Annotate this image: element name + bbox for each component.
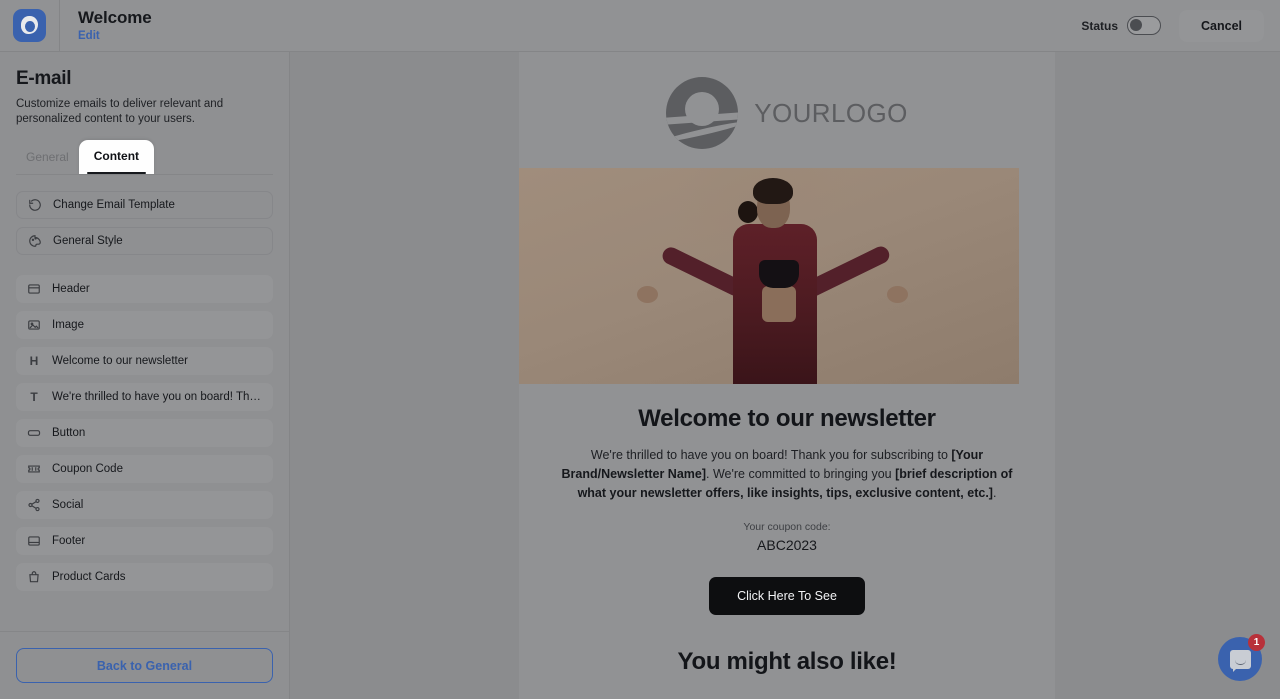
sidebar-tabs: General Content	[16, 140, 273, 175]
email-brand-header: YOURLOGO	[519, 52, 1055, 149]
back-to-general-button[interactable]: Back to General	[16, 648, 273, 683]
sidebar-footer: Back to General	[0, 631, 289, 699]
cta-button[interactable]: Click Here To See	[709, 577, 865, 615]
status-label: Status	[1081, 18, 1118, 33]
sidebar-item-product-cards[interactable]: Product Cards	[16, 563, 273, 591]
page-title: Welcome	[78, 7, 152, 27]
toggle-knob	[1130, 19, 1142, 31]
email-preview-area: YOURLOGO Welcome to our newsletter We're…	[291, 52, 1280, 699]
sidebar-item-label: Welcome to our newsletter	[52, 355, 188, 367]
email-section-heading[interactable]: You might also like!	[542, 648, 1032, 676]
header-block-icon	[27, 282, 41, 296]
email-body: Welcome to our newsletter We're thrilled…	[519, 405, 1055, 676]
paragraph-part-1: We're thrilled to have you on board! Tha…	[590, 448, 952, 462]
heading-h-icon: H	[29, 354, 39, 368]
brand-name: YOURLOGO	[754, 97, 908, 128]
status-toggle[interactable]	[1127, 16, 1161, 35]
sidebar-item-label: We're thrilled to have you on board! Tha…	[52, 391, 262, 403]
footer-block-icon	[27, 534, 41, 548]
sidebar-item-label: Header	[52, 283, 90, 295]
sidebar-item-label: Button	[52, 427, 86, 439]
tab-content[interactable]: Content	[78, 140, 155, 174]
sidebar-item-heading-welcome[interactable]: H Welcome to our newsletter	[16, 347, 273, 375]
coupon-label: Your coupon code:	[743, 521, 831, 533]
email-paragraph[interactable]: We're thrilled to have you on board! Tha…	[542, 446, 1032, 503]
app-logo-cell[interactable]	[0, 0, 60, 52]
hero-image[interactable]	[519, 168, 1019, 384]
sidebar-item-footer[interactable]: Footer	[16, 527, 273, 555]
sidebar-item-label: Change Email Template	[53, 199, 175, 211]
sidebar-item-label: General Style	[53, 235, 123, 247]
sidebar-item-header[interactable]: Header	[16, 275, 273, 303]
sidebar-item-label: Product Cards	[52, 571, 126, 583]
top-bar: Welcome Edit Status Cancel	[0, 0, 1280, 52]
sidebar-subtitle: Customize emails to deliver relevant and…	[16, 98, 224, 125]
sidebar-item-button[interactable]: Button	[16, 419, 273, 447]
coupon-code[interactable]: ABC2023	[542, 537, 1032, 553]
cancel-button[interactable]: Cancel	[1179, 9, 1264, 42]
yourlogo-circle-icon	[666, 77, 739, 149]
chat-unread-badge: 1	[1248, 634, 1265, 651]
edit-link[interactable]: Edit	[78, 29, 152, 44]
sidebar-title: E-mail	[16, 68, 72, 89]
top-bar-actions: Status Cancel	[1069, 9, 1280, 42]
tab-general[interactable]: General	[16, 142, 79, 174]
sidebar-scroll-area: E-mail Customize emails to deliver relev…	[0, 52, 289, 631]
button-block-icon	[27, 426, 41, 440]
chat-bubble-icon[interactable]: 1	[1218, 634, 1265, 681]
app-logo-icon	[13, 9, 46, 42]
sidebar-item-general-style[interactable]: General Style	[16, 227, 273, 255]
share-icon	[27, 498, 41, 512]
shopping-bag-icon	[27, 570, 41, 584]
sidebar-item-image[interactable]: Image	[16, 311, 273, 339]
sidebar-header: E-mail Customize emails to deliver relev…	[16, 52, 273, 127]
sidebar-block-list: Change Email Template General Style Head…	[16, 191, 273, 591]
email-canvas: YOURLOGO Welcome to our newsletter We're…	[519, 52, 1055, 699]
chat-smile-shape	[1234, 660, 1246, 665]
sidebar-item-social[interactable]: Social	[16, 491, 273, 519]
paragraph-part-3: .	[992, 486, 997, 500]
sidebar-item-label: Footer	[52, 535, 86, 547]
refresh-icon	[28, 198, 42, 212]
email-heading[interactable]: Welcome to our newsletter	[542, 405, 1032, 433]
sidebar-item-coupon-code[interactable]: Coupon Code	[16, 455, 273, 483]
chat-bubble-shape	[1229, 649, 1251, 669]
sidebar: E-mail Customize emails to deliver relev…	[0, 52, 290, 699]
sidebar-item-label: Coupon Code	[52, 463, 123, 475]
text-t-icon: T	[30, 390, 38, 404]
ticket-icon	[27, 462, 41, 476]
sidebar-item-text-paragraph[interactable]: T We're thrilled to have you on board! T…	[16, 383, 273, 411]
app-root: Welcome Edit Status Cancel E-mail Custom…	[0, 0, 1280, 699]
page-title-block: Welcome Edit	[60, 8, 152, 44]
sidebar-item-change-email-template[interactable]: Change Email Template	[16, 191, 273, 219]
palette-icon	[28, 234, 42, 248]
status-group: Status	[1069, 16, 1173, 35]
sidebar-item-label: Image	[52, 319, 84, 331]
sidebar-item-label: Social	[52, 499, 84, 511]
paragraph-part-2: . We're committed to bringing you	[706, 467, 896, 481]
image-block-icon	[27, 318, 41, 332]
